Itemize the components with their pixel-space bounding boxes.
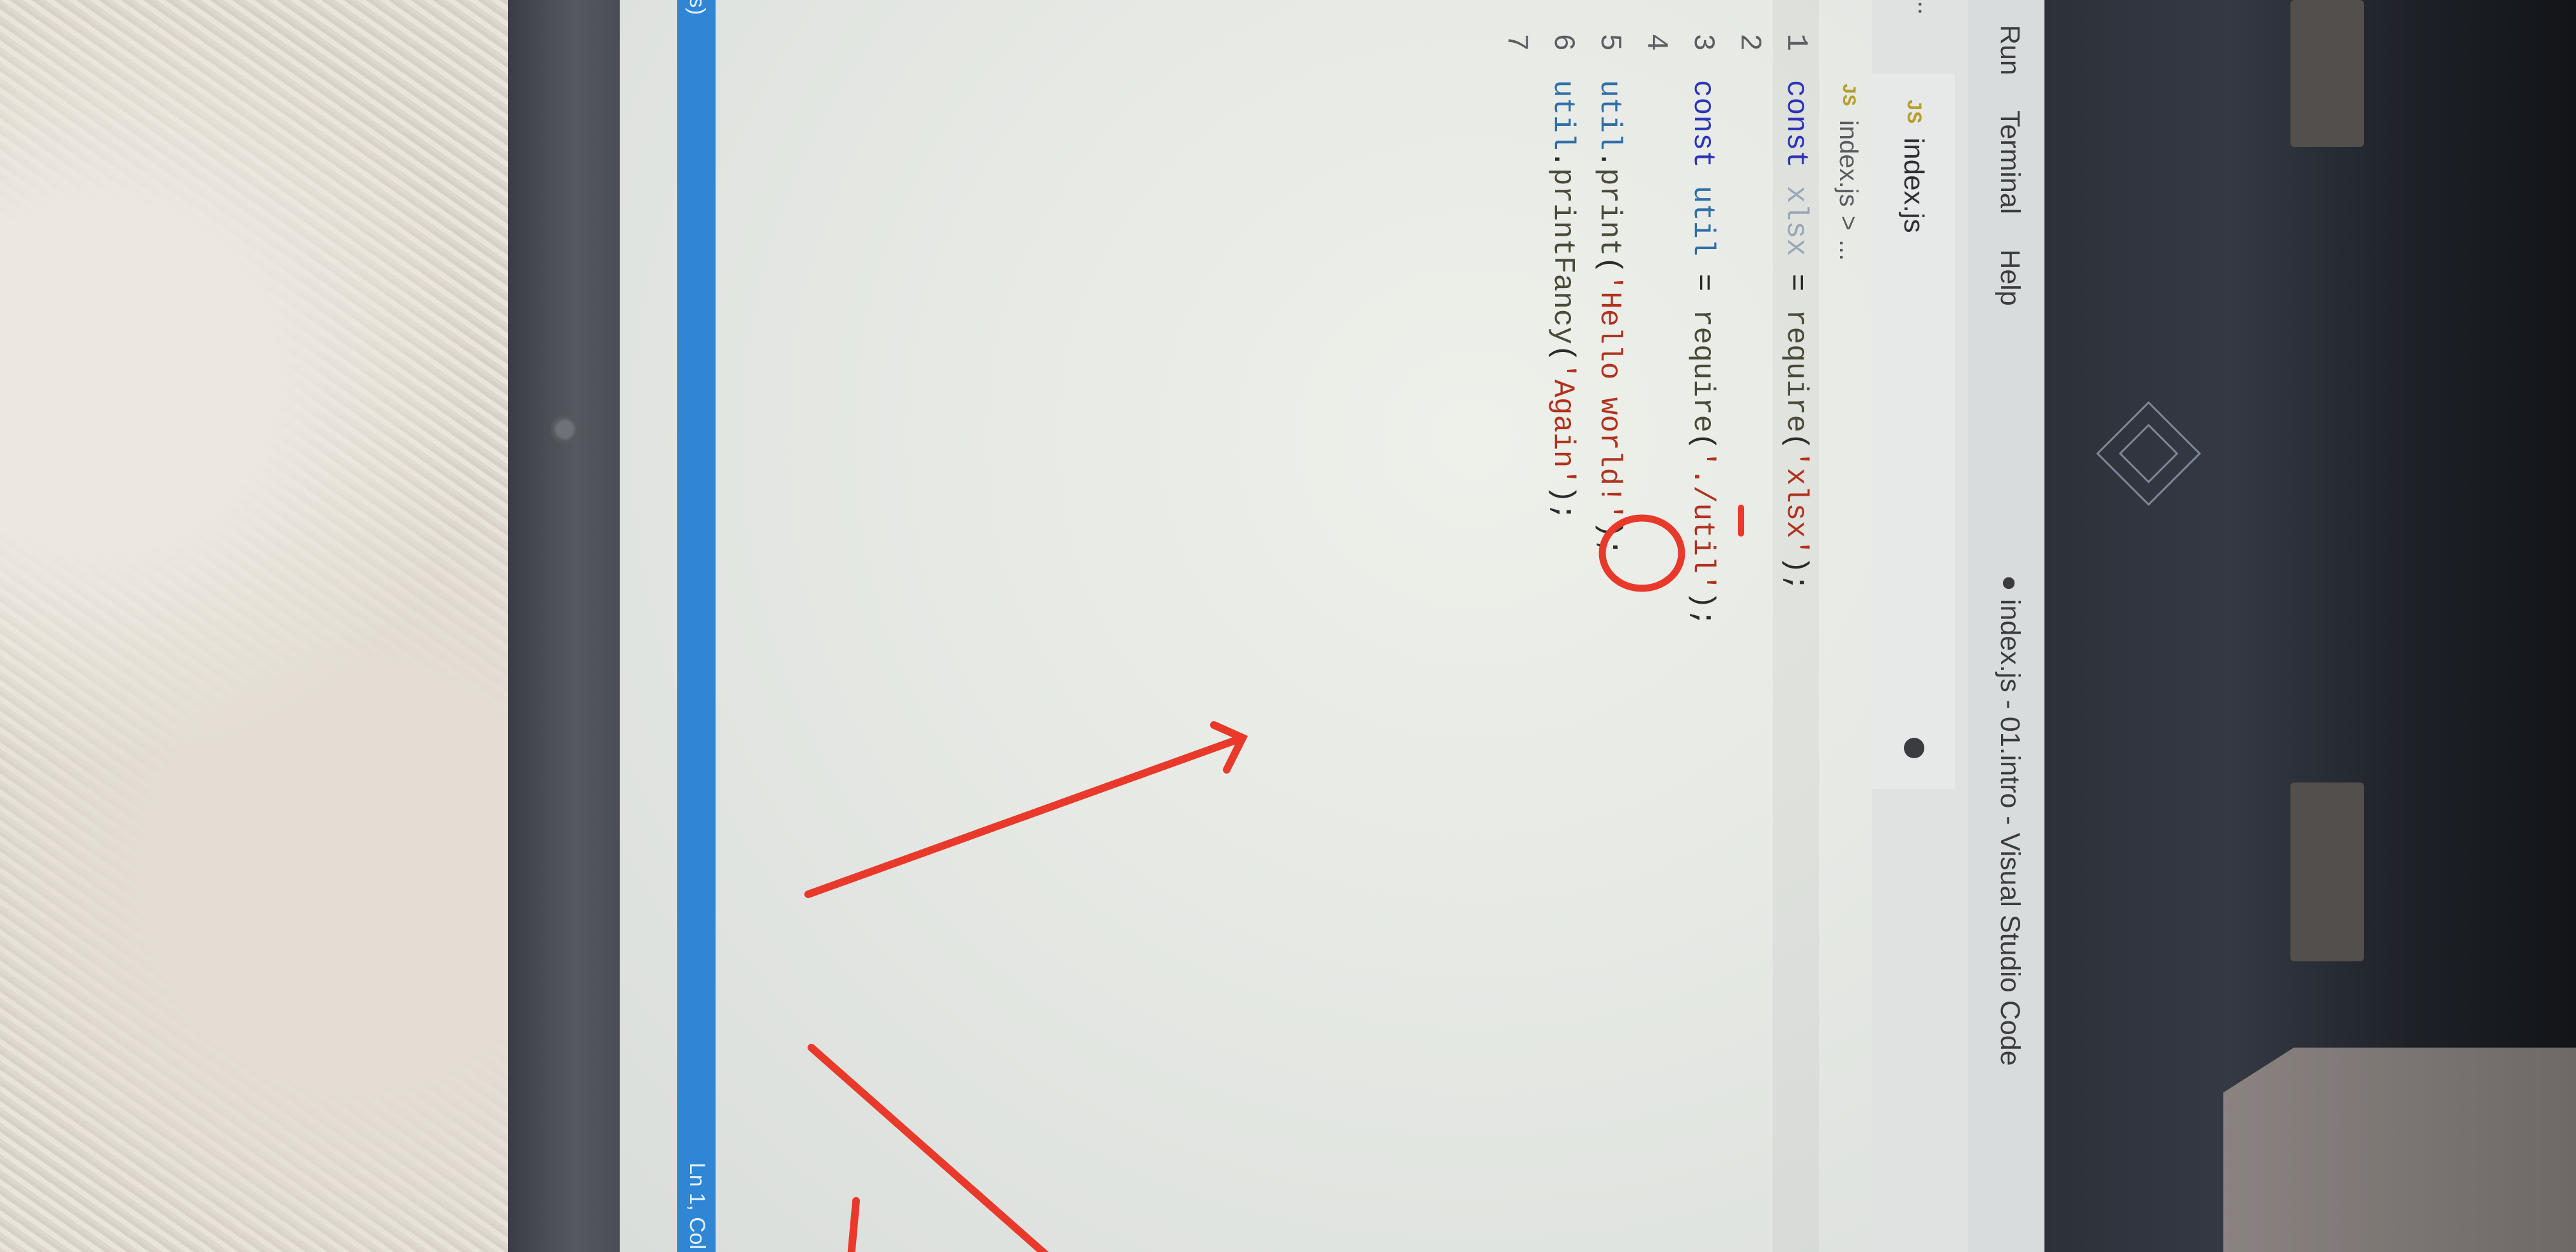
laptop-hinge — [2290, 782, 2364, 961]
code-token: ); — [1686, 591, 1719, 627]
line-number: 7 — [1499, 33, 1533, 51]
menu-bar: o Run Terminal Help — [1994, 0, 2025, 341]
code-line[interactable]: 7 — [1493, 0, 1539, 80]
code-token: ( — [1686, 432, 1719, 450]
menu-item-terminal[interactable]: Terminal — [1994, 111, 2025, 215]
code-token: ); — [1779, 556, 1813, 592]
laptop-hinge — [2290, 0, 2364, 147]
tab-overflow-button[interactable]: ... — [1912, 0, 1941, 15]
code-token: require — [1686, 309, 1719, 433]
breadcrumb-file[interactable]: index.js — [1834, 120, 1862, 207]
line-number: 6 — [1546, 33, 1579, 51]
code-token: const — [1686, 80, 1719, 169]
code-token: ); — [1593, 521, 1626, 556]
code-editor[interactable]: 1 const xlsx = require('xlsx'); 2 3 const ut… — [677, 0, 1827, 1252]
code-token: 'xlsx' — [1779, 450, 1813, 556]
code-token: = — [1779, 256, 1813, 309]
code-token: const — [1779, 80, 1813, 169]
laptop-lid-edge — [2223, 1048, 2576, 1252]
code-token: ( — [1779, 432, 1813, 450]
menu-item-run[interactable]: Run — [1994, 25, 2025, 75]
status-settings-item[interactable]: ram (user settings) — [684, 0, 709, 15]
code-line[interactable]: 1 const xlsx = require('xlsx'); — [1773, 0, 1819, 592]
line-number: 1 — [1779, 33, 1813, 51]
code-token: 'Hello world!' — [1593, 273, 1626, 521]
line-number: 5 — [1593, 33, 1626, 51]
vscode-window: o Run Terminal Help ● index.js - 01.intr… — [620, 0, 2044, 1252]
tab-label: index.js — [1898, 137, 1929, 233]
code-token: print — [1593, 168, 1626, 257]
code-line[interactable]: 2 — [1726, 0, 1772, 80]
breadcrumb-symbols[interactable]: ... — [1834, 240, 1862, 261]
line-number: 4 — [1639, 33, 1673, 51]
title-bar: o Run Terminal Help ● index.js - 01.intr… — [1968, 0, 2044, 1252]
code-line[interactable]: 5 util. print('Hello world!'); — [1586, 0, 1632, 556]
code-line[interactable]: 4 — [1633, 0, 1679, 80]
unsaved-dot-icon[interactable] — [1904, 738, 1924, 758]
monitor-screen: o Run Terminal Help ● index.js - 01.intr… — [620, 0, 2044, 1252]
code-token: util — [1546, 80, 1579, 151]
menu-item-help[interactable]: Help — [1994, 249, 2025, 305]
line-number: 3 — [1686, 33, 1719, 51]
code-token: './util' — [1686, 450, 1719, 592]
code-line[interactable]: 6 util. printFancy('Again'); — [1540, 0, 1586, 521]
code-token: util — [1593, 80, 1626, 151]
code-token: = — [1686, 256, 1719, 309]
code-line[interactable]: 3 const util = require('./util'); — [1680, 0, 1726, 627]
tab-bar: ... JS index.js — [1872, 0, 1968, 1252]
status-cursor-position[interactable]: Ln 1, Col 30 S — [684, 1163, 709, 1252]
breadcrumb-separator: > — [1834, 215, 1862, 231]
code-token: require — [1779, 309, 1813, 433]
status-bar: ram (user settings) Ln 1, Col 30 S — [677, 0, 716, 1252]
code-token: xlsx — [1779, 185, 1813, 257]
code-token: ( — [1593, 256, 1626, 274]
code-token: util — [1686, 185, 1719, 257]
tab-index-js[interactable]: JS index.js — [1872, 73, 1955, 789]
code-token: 'Again' — [1546, 362, 1579, 485]
window-title: ● index.js - 01.intro - Visual Studio Co… — [1995, 575, 2025, 1066]
webcam — [551, 415, 579, 443]
code-token: ( — [1546, 344, 1579, 362]
wall-background — [0, 0, 508, 1252]
code-token: . — [1593, 150, 1626, 169]
javascript-file-icon: JS — [1837, 83, 1859, 107]
javascript-file-icon: JS — [1901, 99, 1926, 124]
code-token: printFancy — [1546, 168, 1579, 345]
monitor-top-bezel — [508, 0, 620, 1252]
breadcrumb: JS index.js > ... — [1834, 83, 1862, 261]
code-token: ); — [1546, 485, 1579, 521]
code-token: . — [1546, 150, 1579, 169]
line-number: 2 — [1733, 33, 1766, 51]
